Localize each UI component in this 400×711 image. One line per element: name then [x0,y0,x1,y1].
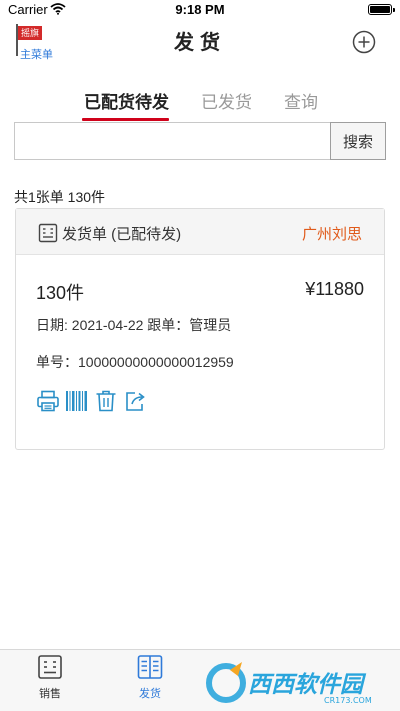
document-icon [38,223,58,243]
status-bar: Carrier 9:18 PM [0,0,400,20]
shipping-list-icon [137,655,163,679]
order-card-header: 发货单 (已配待发) 广州刘思 [16,209,384,255]
search-button[interactable]: 搜索 [330,122,386,160]
order-amount: ¥11880 [305,279,364,299]
clock: 9:18 PM [175,2,225,17]
search-input[interactable] [14,122,330,160]
order-card[interactable]: 发货单 (已配待发) 广州刘思 130件 ¥11880 日期: 2021-04-… [15,208,385,450]
tab-bar: 已配货待发 已发货 查询 [0,88,400,124]
barcode-icon[interactable] [65,389,89,413]
printer-icon[interactable] [36,389,60,413]
svg-text:西西软件园: 西西软件园 [248,672,367,698]
nav-item-shipping[interactable]: 发货 [125,654,175,704]
page-title: 发货 [174,32,226,54]
header: 摇旗 主菜单 发货 [0,20,400,68]
order-date-line: 日期: 2021-04-22 跟单：管理员 [36,317,232,333]
nav-label-shipping: 发货 [139,688,161,700]
order-quantity: 130件 [36,283,85,303]
customer-name[interactable]: 广州刘思 [302,223,362,244]
search-row: 搜索 [14,122,386,160]
nav-label-sales: 销售 [39,688,61,700]
watermark-logo: 西西软件园 CR173.COM [206,662,372,705]
svg-text:CR173.COM: CR173.COM [324,696,372,705]
share-icon[interactable] [124,389,148,413]
tab-query[interactable]: 查询 [284,88,318,122]
order-number-line: 单号：10000000000000012959 [36,354,234,370]
order-summary: 共1张单 130件 [14,189,106,205]
active-tab-indicator [82,118,169,121]
plus-circle-icon[interactable] [352,30,376,54]
order-type-label: 发货单 (已配待发) [62,226,182,243]
nav-item-sales[interactable]: 销售 [25,654,75,704]
tab-allocated-pending[interactable]: 已配货待发 [84,88,169,122]
battery-icon [368,4,395,15]
sales-icon [38,655,62,679]
tab-shipped[interactable]: 已发货 [201,88,252,122]
trash-icon[interactable] [94,389,118,413]
